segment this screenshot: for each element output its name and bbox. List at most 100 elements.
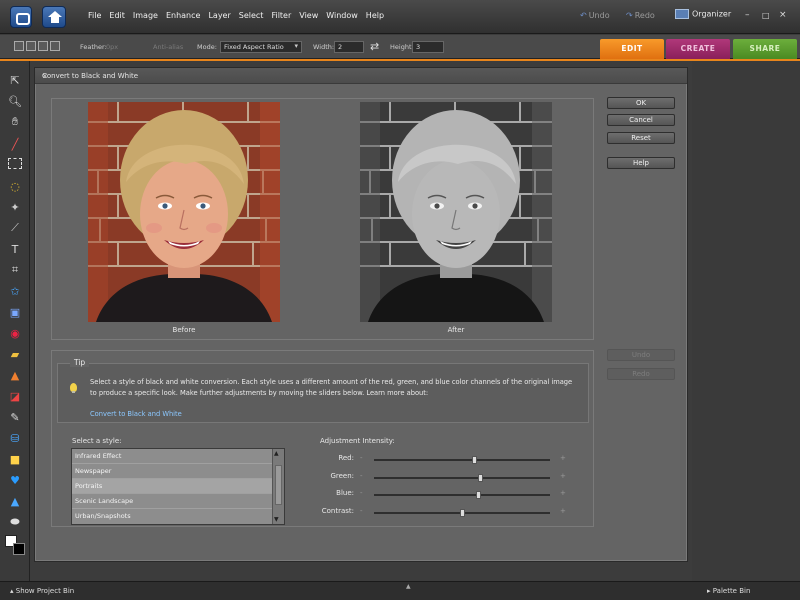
redo-dialog-button[interactable]: Redo: [607, 368, 675, 380]
green-slider-track[interactable]: [374, 474, 550, 482]
style-item-scenic-landscape[interactable]: Scenic Landscape: [72, 494, 272, 509]
style-item-portraits[interactable]: Portraits: [72, 479, 272, 494]
green-slider-thumb[interactable]: [477, 474, 483, 482]
menu-view[interactable]: View: [295, 11, 322, 20]
red-slider-thumb[interactable]: [472, 456, 478, 464]
shape-tool-icon[interactable]: ✩: [7, 284, 23, 298]
sponge-tool-icon[interactable]: ⬬: [7, 515, 23, 529]
project-bin-label: Show Project Bin: [15, 587, 75, 595]
move-tool-icon[interactable]: ⇱: [7, 73, 23, 87]
redo-icon: ↷: [626, 11, 633, 20]
paint-bucket-icon[interactable]: ⛁: [7, 431, 23, 445]
intersect-selection-icon[interactable]: [50, 41, 60, 51]
new-selection-icon[interactable]: [14, 41, 24, 51]
preview-panel: Before After: [51, 98, 594, 340]
background-color-swatch[interactable]: [13, 543, 25, 555]
help-button[interactable]: Help: [607, 157, 675, 169]
cookie-cutter-icon[interactable]: ▣: [7, 305, 23, 319]
palette-bin-button[interactable]: ▸ Palette Bin: [707, 587, 750, 595]
bin-toggle-icon[interactable]: ▲: [406, 583, 411, 590]
organizer-button[interactable]: Organizer: [675, 9, 731, 19]
antialias-checkbox[interactable]: Anti-alias: [153, 43, 183, 51]
dialog-close-icon[interactable]: ×: [42, 72, 680, 80]
menu-window[interactable]: Window: [322, 11, 362, 20]
brush-tool-icon[interactable]: ✎: [7, 410, 23, 424]
type-tool-icon[interactable]: T: [7, 242, 23, 256]
heart-shape-icon[interactable]: ♥: [7, 473, 23, 487]
red-eye-brush-icon[interactable]: ⟋: [7, 221, 23, 235]
gradient-tool-icon[interactable]: ■: [7, 452, 23, 466]
healing-brush-icon[interactable]: ▰: [7, 347, 23, 361]
swap-dimensions-icon[interactable]: ⇄: [370, 40, 379, 53]
cancel-button[interactable]: Cancel: [607, 114, 675, 126]
undo-button[interactable]: ↶ Undo: [580, 11, 610, 20]
show-project-bin-button[interactable]: ▴ Show Project Bin: [10, 587, 74, 595]
close-window-button[interactable]: ×: [779, 10, 787, 20]
height-field[interactable]: 3: [412, 41, 444, 53]
color-swatches[interactable]: [5, 535, 27, 557]
red-slider-min: -: [360, 454, 363, 462]
palette-area: [692, 61, 800, 581]
before-image: [88, 102, 280, 322]
blue-slider: Blue: - +: [320, 487, 570, 501]
menu-layer[interactable]: Layer: [204, 11, 234, 20]
tab-edit[interactable]: EDIT: [600, 39, 664, 59]
blur-tool-icon[interactable]: ▲: [7, 494, 23, 508]
learn-more-link[interactable]: Convert to Black and White: [90, 410, 182, 418]
add-selection-icon[interactable]: [26, 41, 36, 51]
scroll-thumb[interactable]: [275, 465, 282, 505]
magic-wand-tool-icon[interactable]: ✦: [7, 200, 23, 214]
status-bar: ▴ Show Project Bin ▲ ▸ Palette Bin: [0, 581, 800, 600]
menu-filter[interactable]: Filter: [267, 11, 295, 20]
undo-dialog-button[interactable]: Undo: [607, 349, 675, 361]
eraser-tool-icon[interactable]: ◪: [7, 389, 23, 403]
scroll-down-icon[interactable]: ▼: [274, 516, 279, 523]
subtract-selection-icon[interactable]: [38, 41, 48, 51]
menu-enhance[interactable]: Enhance: [162, 11, 205, 20]
mode-select[interactable]: Fixed Aspect Ratio: [220, 41, 302, 53]
style-item-newspaper[interactable]: Newspaper: [72, 464, 272, 479]
height-label: Height:: [390, 43, 414, 51]
style-item-infrared[interactable]: Infrared Effect: [72, 449, 272, 464]
dialog-title-bar[interactable]: Convert to Black and White ×: [35, 68, 687, 84]
contrast-slider: Contrast: - +: [320, 505, 570, 519]
tab-share[interactable]: SHARE: [733, 39, 797, 59]
zoom-tool-icon[interactable]: 🔍︎: [7, 94, 23, 108]
scroll-up-icon[interactable]: ▲: [274, 450, 279, 457]
marquee-tool-icon[interactable]: [8, 158, 22, 169]
minimize-button[interactable]: –: [745, 10, 750, 20]
reset-button[interactable]: Reset: [607, 132, 675, 144]
menu-image[interactable]: Image: [129, 11, 162, 20]
crop-tool-icon[interactable]: ⌗: [7, 263, 23, 277]
tip-text: Select a style of black and white conver…: [90, 378, 573, 397]
menu-edit[interactable]: Edit: [105, 11, 129, 20]
red-slider-track[interactable]: [374, 456, 550, 464]
hand-tool-icon[interactable]: ✋︎: [7, 115, 23, 129]
green-slider-max: +: [560, 472, 566, 480]
feather-value[interactable]: 0px: [106, 43, 118, 51]
maximize-button[interactable]: □: [762, 11, 770, 20]
style-list: Infrared Effect Newspaper Portraits Scen…: [71, 448, 285, 525]
camera-icon[interactable]: [10, 6, 32, 28]
menu-help[interactable]: Help: [362, 11, 388, 20]
home-icon[interactable]: [42, 6, 66, 28]
menu-file[interactable]: File: [84, 11, 105, 20]
red-eye-icon[interactable]: ◉: [7, 326, 23, 340]
blue-slider-track[interactable]: [374, 491, 550, 499]
contrast-slider-track[interactable]: [374, 509, 550, 517]
menu-select[interactable]: Select: [235, 11, 268, 20]
contrast-slider-thumb[interactable]: [460, 509, 465, 517]
width-label: Width:: [313, 43, 335, 51]
lasso-tool-icon[interactable]: ◌: [7, 179, 23, 193]
clone-stamp-icon[interactable]: ▲: [7, 368, 23, 382]
style-item-urban-snapshots[interactable]: Urban/Snapshots: [72, 509, 272, 524]
width-field[interactable]: 2: [334, 41, 364, 53]
redo-button[interactable]: ↷ Redo: [626, 11, 655, 20]
eyedropper-tool-icon[interactable]: ╱: [7, 137, 23, 151]
blue-slider-label: Blue:: [336, 489, 354, 497]
tab-create[interactable]: CREATE: [666, 39, 730, 59]
ok-button[interactable]: OK: [607, 97, 675, 109]
blue-slider-thumb[interactable]: [475, 491, 481, 499]
style-list-scrollbar[interactable]: ▲ ▼: [272, 449, 284, 524]
palette-bin-label: Palette Bin: [712, 587, 751, 595]
